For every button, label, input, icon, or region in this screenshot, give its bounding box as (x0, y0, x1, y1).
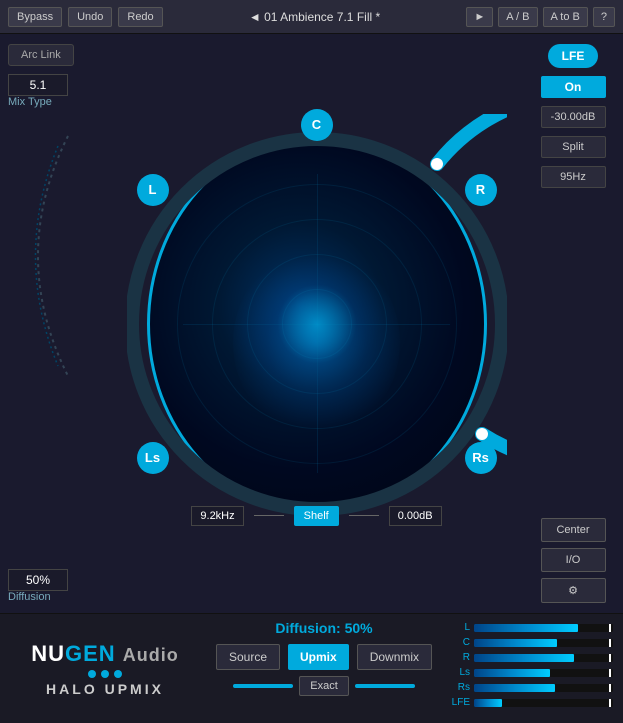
a-to-b-button[interactable]: A to B (543, 7, 588, 27)
shelf-db[interactable]: 0.00dB (389, 506, 442, 526)
on-button[interactable]: On (541, 76, 606, 98)
mix-type-group: 5.1 Mix Type (8, 74, 68, 108)
shelf-button[interactable]: Shelf (294, 506, 339, 526)
meter-bar (474, 669, 550, 677)
meter-peak (609, 624, 611, 632)
meter-row: R (448, 652, 613, 663)
meter-row: Ls (448, 667, 613, 678)
meter-bar-container (474, 624, 613, 632)
radar-container: C L R Ls Rs (127, 114, 507, 534)
brand-area: NUGEN Audio HALO UPMIX (0, 614, 210, 723)
center-area: C L R Ls Rs (110, 34, 523, 613)
meter-bar (474, 624, 578, 632)
speaker-ls[interactable]: Ls (137, 442, 169, 474)
meter-bar-container (474, 699, 613, 707)
mix-type-value[interactable]: 5.1 (8, 74, 68, 96)
mix-type-label: Mix Type (8, 96, 68, 108)
exact-slider-right[interactable] (355, 684, 415, 688)
meter-bar-container (474, 684, 613, 692)
ab-button[interactable]: A / B (498, 7, 537, 27)
meter-label-r: R (448, 652, 470, 663)
left-arc-visual (8, 126, 78, 386)
shelf-line-left (254, 515, 284, 516)
diffusion-status: Diffusion: 50% (275, 620, 372, 636)
logo-nu: NU (31, 641, 65, 666)
meter-label-lfe: LFE (448, 697, 470, 708)
meter-label-l: L (448, 622, 470, 633)
undo-button[interactable]: Undo (68, 7, 112, 27)
exact-button[interactable]: Exact (299, 676, 349, 696)
logo-audio: Audio (123, 645, 179, 665)
speaker-c[interactable]: C (301, 109, 333, 141)
split-button[interactable]: Split (541, 136, 606, 158)
logo-dots (88, 670, 122, 678)
diffusion-group: 50% Diffusion (8, 569, 68, 603)
meter-label-rs: Rs (448, 682, 470, 693)
meter-label-c: C (448, 637, 470, 648)
meter-bar (474, 654, 574, 662)
io-button[interactable]: I/O (541, 548, 606, 572)
meter-peak (609, 669, 611, 677)
speaker-l[interactable]: L (137, 174, 169, 206)
shelf-freq[interactable]: 9.2kHz (191, 506, 243, 526)
right-bottom-buttons: Center I/O ⚙ (541, 518, 606, 603)
left-panel: Arc Link 5.1 Mix Type 50% Diffusion (0, 34, 110, 613)
logo-gen: GEN (65, 641, 116, 666)
meter-bar-container (474, 669, 613, 677)
meter-peak (609, 684, 611, 692)
toolbar: Bypass Undo Redo ◄ 01 Ambience 7.1 Fill … (0, 0, 623, 34)
center-button[interactable]: Center (541, 518, 606, 542)
center-glow (277, 284, 357, 364)
play-button[interactable]: ► (466, 7, 493, 27)
db-button[interactable]: -30.00dB (541, 106, 606, 128)
meter-row: C (448, 637, 613, 648)
meter-row: LFE (448, 697, 613, 708)
main-area: Arc Link 5.1 Mix Type 50% Diffusion C L … (0, 34, 623, 613)
meter-bar (474, 684, 555, 692)
redo-button[interactable]: Redo (118, 7, 162, 27)
meter-bar (474, 699, 502, 707)
bypass-button[interactable]: Bypass (8, 7, 62, 27)
bottom-section: NUGEN Audio HALO UPMIX Diffusion: 50% So… (0, 613, 623, 723)
settings-button[interactable]: ⚙ (541, 578, 606, 603)
logo-dot-1 (88, 670, 96, 678)
radar-display (147, 134, 487, 514)
nugen-logo: NUGEN Audio (31, 641, 179, 667)
diffusion-value[interactable]: 50% (8, 569, 68, 591)
exact-slider-left[interactable] (233, 684, 293, 688)
source-button[interactable]: Source (216, 644, 280, 670)
help-button[interactable]: ? (593, 7, 615, 27)
hz-button[interactable]: 95Hz (541, 166, 606, 188)
logo-dot-3 (114, 670, 122, 678)
meter-peak (609, 699, 611, 707)
meters-area: LCR Ls Rs LFE (438, 614, 623, 723)
diffusion-label: Diffusion (8, 591, 68, 603)
meter-bar (474, 639, 557, 647)
meter-peak (609, 639, 611, 647)
bottom-controls: Diffusion: 50% Source Upmix Downmix Exac… (210, 614, 438, 723)
right-panel: LFE On -30.00dB Split 95Hz Center I/O ⚙ (523, 34, 623, 613)
meter-row: L (448, 622, 613, 633)
lfe-button[interactable]: LFE (548, 44, 598, 68)
speaker-rs[interactable]: Rs (465, 442, 497, 474)
meter-row: Rs (448, 682, 613, 693)
mode-buttons: Source Upmix Downmix (216, 644, 432, 670)
track-title: ◄ 01 Ambience 7.1 Fill * (169, 10, 461, 24)
speaker-r[interactable]: R (465, 174, 497, 206)
meter-label-ls: Ls (448, 667, 470, 678)
exact-row: Exact (233, 676, 415, 696)
downmix-button[interactable]: Downmix (357, 644, 432, 670)
meter-bar-container (474, 654, 613, 662)
meter-peak (609, 654, 611, 662)
arc-link-button[interactable]: Arc Link (8, 44, 74, 66)
meter-bar-container (474, 639, 613, 647)
upmix-button[interactable]: Upmix (288, 644, 349, 670)
shelf-line-right (349, 515, 379, 516)
product-name: HALO UPMIX (46, 681, 164, 697)
shelf-controls: 9.2kHz Shelf 0.00dB (127, 498, 507, 534)
toolbar-right: ► A / B A to B ? (466, 7, 615, 27)
logo-dot-2 (101, 670, 109, 678)
